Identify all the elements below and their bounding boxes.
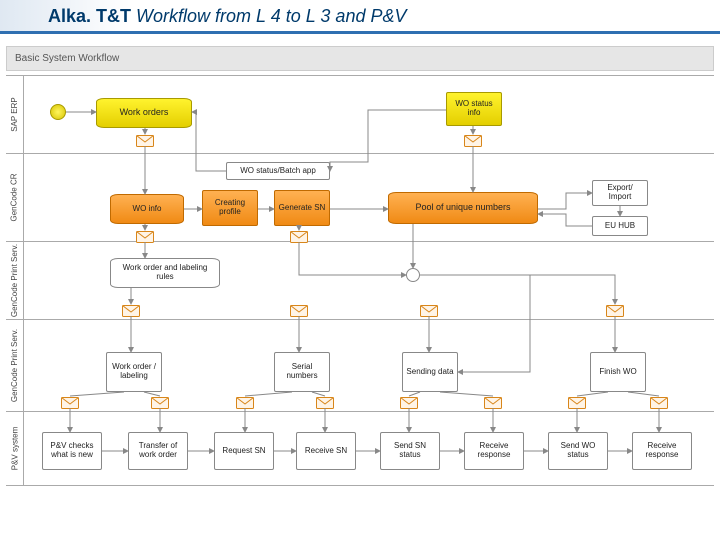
- envelope-icon: [316, 396, 334, 408]
- envelope-icon: [464, 134, 482, 146]
- node-work-order-labeling: Work order / labeling: [106, 352, 162, 392]
- envelope-icon: [606, 304, 624, 316]
- node-wo-info: WO info: [110, 194, 184, 224]
- node-eu-hub: EU HUB: [592, 216, 648, 236]
- node-creating-profile: Creating profile: [202, 190, 258, 226]
- title-bold: Alka. T&T: [48, 6, 131, 26]
- lane-label: GenCode Print Serv.: [6, 242, 24, 319]
- envelope-icon: [650, 396, 668, 408]
- node-receive-response: Receive response: [464, 432, 524, 470]
- envelope-icon: [400, 396, 418, 408]
- node-request-sn: Request SN: [214, 432, 274, 470]
- node-wo-status-info: WO status info: [446, 92, 502, 126]
- node-finish-wo: Finish WO: [590, 352, 646, 392]
- diagram-header: Basic System Workflow: [6, 46, 714, 71]
- workflow-canvas: SAP ERP GenCode CR GenCode Print Serv. G…: [6, 75, 714, 515]
- start-event-icon: [50, 104, 66, 120]
- lane-label: SAP ERP: [6, 76, 24, 153]
- envelope-icon: [122, 304, 140, 316]
- lane-label: GenCode CR: [6, 154, 24, 241]
- lane-label: P&V system: [6, 412, 24, 485]
- node-pool: Pool of unique numbers: [388, 192, 538, 224]
- node-serial-numbers: Serial numbers: [274, 352, 330, 392]
- envelope-icon: [236, 396, 254, 408]
- node-export-import: Export/ Import: [592, 180, 648, 206]
- node-wo-status-batch: WO status/Batch app: [226, 162, 330, 180]
- envelope-icon: [290, 230, 308, 242]
- node-sending-data: Sending data: [402, 352, 458, 392]
- gateway-icon: [406, 268, 420, 282]
- envelope-icon: [290, 304, 308, 316]
- envelope-icon: [136, 230, 154, 242]
- node-receive-sn: Receive SN: [296, 432, 356, 470]
- envelope-icon: [420, 304, 438, 316]
- envelope-icon: [61, 396, 79, 408]
- node-work-orders: Work orders: [96, 98, 192, 128]
- node-send-sn-status: Send SN status: [380, 432, 440, 470]
- envelope-icon: [151, 396, 169, 408]
- lane-label: GenCode Print Serv.: [6, 320, 24, 411]
- title-italic: Workflow from L 4 to L 3 and P&V: [131, 6, 406, 26]
- envelope-icon: [568, 396, 586, 408]
- envelope-icon: [136, 134, 154, 146]
- node-pv-checks: P&V checks what is new: [42, 432, 102, 470]
- node-transfer-wo: Transfer of work order: [128, 432, 188, 470]
- node-send-wo-status: Send WO status: [548, 432, 608, 470]
- node-wo-label-rules: Work order and labeling rules: [110, 258, 220, 288]
- node-generate-sn: Generate SN: [274, 190, 330, 226]
- envelope-icon: [484, 396, 502, 408]
- page-title: Alka. T&T Workflow from L 4 to L 3 and P…: [0, 0, 720, 34]
- node-receive-response-2: Receive response: [632, 432, 692, 470]
